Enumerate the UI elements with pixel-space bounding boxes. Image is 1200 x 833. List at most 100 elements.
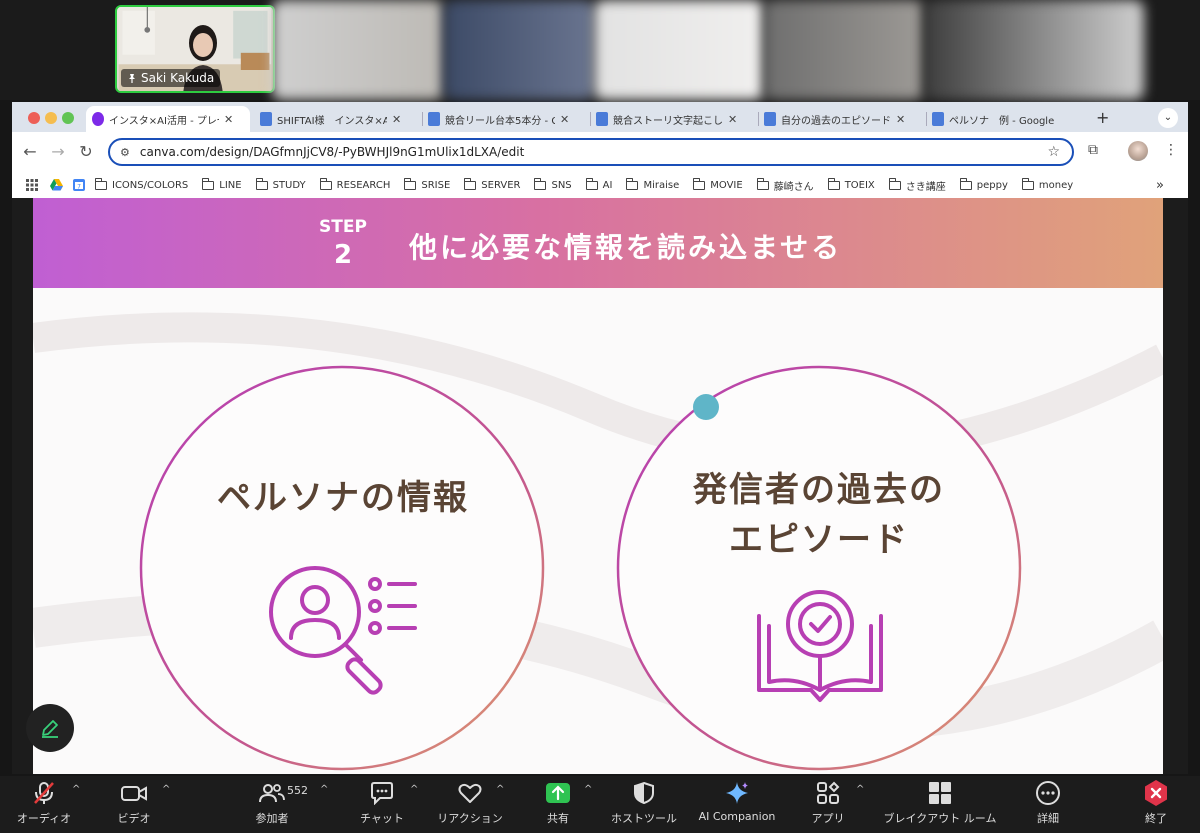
share-options-caret-icon[interactable]: ^ bbox=[584, 784, 592, 795]
host-tools-button[interactable]: ホストツール bbox=[604, 776, 684, 833]
reactions-options-caret-icon[interactable]: ^ bbox=[496, 784, 504, 795]
bookmark-folder[interactable]: money bbox=[1021, 177, 1074, 191]
slide-title: 他に必要な情報を読み込ませる bbox=[409, 231, 843, 264]
participant-tile-blurred[interactable] bbox=[444, 0, 594, 100]
video-options-caret-icon[interactable]: ^ bbox=[162, 784, 170, 795]
close-window-icon[interactable] bbox=[28, 112, 40, 124]
site-info-icon[interactable]: ⚙ bbox=[120, 146, 130, 159]
tab-label: SHIFTAI様 インスタ×AI活 bbox=[277, 115, 387, 127]
book-clock-icon bbox=[757, 590, 883, 702]
tab-close-icon[interactable]: ✕ bbox=[896, 113, 905, 126]
google-drive-icon[interactable] bbox=[50, 179, 63, 191]
bookmark-label: SRISE bbox=[421, 179, 451, 191]
self-name: Saki Kakuda bbox=[141, 71, 215, 85]
bookmark-folder[interactable]: TOEIX bbox=[827, 177, 875, 191]
meeting-controls-bar: オーディオ ^ ビデオ ^ 参加者 552 ^ チャット ^ リアクション ^ … bbox=[0, 776, 1200, 833]
bookmark-folder[interactable]: SRISE bbox=[404, 177, 451, 191]
participants-options-caret-icon[interactable]: ^ bbox=[320, 784, 328, 795]
bookmark-folder[interactable]: さき講座 bbox=[888, 177, 946, 193]
participant-tile-blurred[interactable] bbox=[924, 0, 1144, 100]
calendar-icon[interactable]: 7 bbox=[73, 179, 85, 191]
shield-icon bbox=[634, 781, 654, 805]
extensions-icon[interactable]: ⧉ bbox=[1088, 142, 1098, 158]
bookmark-star-icon[interactable]: ☆ bbox=[1047, 144, 1060, 160]
bookmark-label: peppy bbox=[976, 179, 1008, 191]
forward-arrow-icon[interactable]: → bbox=[48, 142, 68, 161]
folder-icon bbox=[255, 177, 268, 190]
chat-button[interactable]: チャット bbox=[352, 776, 412, 833]
tab-competitor-stories[interactable]: 競合ストーリ文字起こし - ✕ bbox=[590, 106, 754, 132]
tab-persona-example[interactable]: ペルソナ 例 - Google ド bbox=[926, 106, 1090, 132]
chat-label: チャット bbox=[360, 812, 404, 825]
bookmark-folder[interactable]: Miraise bbox=[626, 177, 680, 191]
folder-icon bbox=[319, 177, 332, 190]
bookmark-folder[interactable]: SERVER bbox=[464, 177, 520, 191]
bookmark-folder[interactable]: STUDY bbox=[255, 177, 306, 191]
profile-avatar[interactable] bbox=[1128, 141, 1148, 161]
bookmark-folder[interactable]: peppy bbox=[959, 177, 1008, 191]
reactions-label: リアクション bbox=[437, 812, 503, 825]
bookmark-folder[interactable]: SNS bbox=[534, 177, 572, 191]
bookmark-label: SNS bbox=[551, 179, 572, 191]
reload-icon[interactable]: ↻ bbox=[76, 142, 96, 161]
breakout-rooms-button[interactable]: ブレイクアウト ルーム bbox=[878, 776, 1002, 833]
bookmark-folder[interactable]: AI bbox=[585, 177, 612, 191]
audio-label: オーディオ bbox=[16, 812, 72, 825]
new-tab-icon[interactable]: + bbox=[1096, 108, 1109, 127]
annotate-pencil-button[interactable] bbox=[26, 704, 74, 752]
chat-options-caret-icon[interactable]: ^ bbox=[410, 784, 418, 795]
bookmark-folder[interactable]: MOVIE bbox=[693, 177, 743, 191]
participant-tile-blurred[interactable] bbox=[594, 0, 764, 100]
bookmark-label: LINE bbox=[219, 179, 242, 191]
folder-icon bbox=[464, 177, 477, 190]
folder-icon bbox=[202, 177, 215, 190]
apps-grid-icon[interactable] bbox=[26, 179, 38, 191]
folder-icon bbox=[1021, 177, 1034, 190]
episode-text-line2: エピソード bbox=[729, 520, 909, 560]
more-bookmarks-chevron-icon[interactable]: » bbox=[1156, 178, 1164, 193]
tab-close-icon[interactable]: ✕ bbox=[224, 113, 233, 126]
video-button[interactable]: ビデオ bbox=[106, 776, 162, 833]
minimize-window-icon[interactable] bbox=[45, 112, 57, 124]
bookmark-label: ICONS/COLORS bbox=[112, 179, 189, 191]
step-banner: STEP 2 他に必要な情報を読み込ませる bbox=[33, 198, 1163, 288]
self-video-tile[interactable]: Saki Kakuda bbox=[115, 5, 275, 93]
end-meeting-button[interactable]: 終了 bbox=[1132, 776, 1180, 833]
audio-options-caret-icon[interactable]: ^ bbox=[72, 784, 80, 795]
kebab-menu-icon[interactable]: ⋮ bbox=[1164, 142, 1178, 158]
bookmark-label: Miraise bbox=[643, 179, 680, 191]
zoom-window-icon[interactable] bbox=[62, 112, 74, 124]
tab-canva-presentation[interactable]: インスタ×AI活用 - プレゼン ✕ bbox=[86, 106, 250, 132]
ai-companion-button[interactable]: AI Companion bbox=[690, 776, 784, 833]
collaborator-cursor bbox=[693, 394, 719, 420]
share-button[interactable]: 共有 bbox=[530, 776, 586, 833]
tab-competitor-reels[interactable]: 競合リール台本5本分 - Go ✕ bbox=[422, 106, 586, 132]
address-bar[interactable]: ⚙ canva.com/design/DAGfmnJjCV8/-PyBWHJl9… bbox=[108, 138, 1074, 166]
participant-tile-blurred[interactable] bbox=[272, 0, 444, 100]
folder-icon bbox=[959, 177, 972, 190]
bookmark-folder[interactable]: LINE bbox=[202, 177, 242, 191]
audio-button[interactable]: オーディオ bbox=[14, 776, 74, 833]
folder-icon bbox=[404, 177, 417, 190]
bookmark-folder[interactable]: RESEARCH bbox=[319, 177, 390, 191]
bookmark-folder[interactable]: ICONS/COLORS bbox=[95, 177, 189, 191]
self-name-tag: Saki Kakuda bbox=[121, 69, 221, 87]
tab-past-episodes[interactable]: 自分の過去のエピソード - ✕ bbox=[758, 106, 922, 132]
folder-icon bbox=[693, 177, 706, 190]
apps-button[interactable]: アプリ bbox=[800, 776, 856, 833]
browser-toolbar: ← → ↻ ⚙ canva.com/design/DAGfmnJjCV8/-Py… bbox=[12, 132, 1188, 172]
bookmark-folder[interactable]: 藤崎さん bbox=[756, 177, 814, 193]
participant-tile-blurred[interactable] bbox=[764, 0, 924, 100]
tab-label: インスタ×AI活用 - プレゼン bbox=[109, 115, 219, 127]
tab-close-icon[interactable]: ✕ bbox=[560, 113, 569, 126]
back-arrow-icon[interactable]: ← bbox=[20, 142, 40, 161]
bookmark-label: money bbox=[1038, 179, 1074, 191]
tab-close-icon[interactable]: ✕ bbox=[728, 113, 737, 126]
tab-search-chevron-icon[interactable]: ⌄ bbox=[1158, 108, 1178, 128]
apps-options-caret-icon[interactable]: ^ bbox=[856, 784, 864, 795]
folder-icon bbox=[827, 177, 840, 190]
more-button[interactable]: 詳細 bbox=[1022, 776, 1074, 833]
muted-mic-icon bbox=[34, 782, 54, 804]
tab-close-icon[interactable]: ✕ bbox=[392, 113, 401, 126]
tab-shiftai-doc[interactable]: SHIFTAI様 インスタ×AI活 ✕ bbox=[254, 106, 418, 132]
